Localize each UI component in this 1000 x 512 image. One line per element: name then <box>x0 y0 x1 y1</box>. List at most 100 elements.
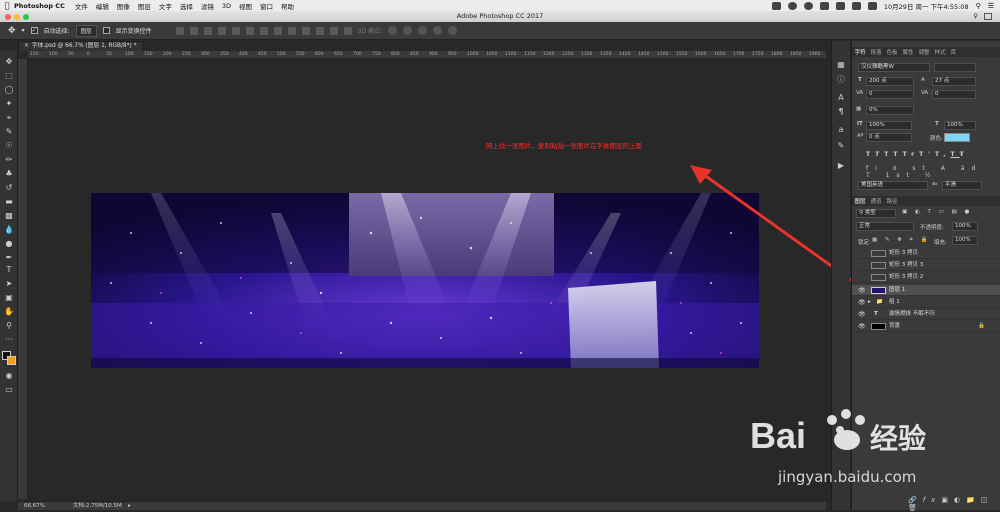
glyphs-icon[interactable]: a <box>836 125 846 135</box>
tab-paragraph[interactable]: 段落 <box>868 48 884 56</box>
expand-group-icon[interactable]: ▸ <box>868 297 871 308</box>
visibility-eye-icon[interactable]: 👁 <box>858 309 866 320</box>
antialias-icon: aₐ <box>932 181 938 187</box>
faux-italic-button[interactable]: T <box>875 151 884 158</box>
layer-name: 矩形 3 拷贝 3 <box>889 262 924 268</box>
info-icon[interactable]: ⓘ <box>836 75 846 85</box>
faux-bold-button[interactable]: T <box>866 151 875 158</box>
layer-name: 图层 1 <box>889 287 906 293</box>
brushes-icon[interactable]: ✎ <box>836 141 846 151</box>
status-menu-icon[interactable]: ▸ <box>128 502 131 510</box>
language-select[interactable]: 美国英语 <box>858 181 928 190</box>
subscript-button[interactable]: T, <box>935 151 951 158</box>
layer-name: 激情燃烧 不眠不归 <box>889 311 935 317</box>
character-panel-icon[interactable]: A <box>836 93 846 103</box>
opacity-field[interactable]: 100% <box>952 222 978 231</box>
watermark-brand-cn: 经验 <box>870 422 926 455</box>
layer-row-selected[interactable]: 👁 图层 1 <box>852 285 1000 296</box>
character-panel-tabs: 字符 段落 色板 属性 调整 样式 库 <box>852 47 1000 57</box>
layer-row[interactable]: 矩形 3 拷贝 2 <box>852 272 1000 283</box>
paragraph-panel-icon[interactable]: ¶ <box>836 107 846 117</box>
opentype-buttons[interactable]: fi σ st A ād T 1st ½ <box>866 165 1000 179</box>
visibility-eye-icon[interactable]: 👁 <box>858 321 866 332</box>
layer-row[interactable]: 👁 背景 🔒 <box>852 321 1000 332</box>
layer-name: 背景 <box>889 323 901 329</box>
baseline-shift-icon: Aª <box>857 133 864 139</box>
font-family-select[interactable]: 汉仪雅酷黑W <box>858 63 930 72</box>
image-layer-thumbnail <box>871 287 886 294</box>
layers-panel-tabs: 图层 通道 路径 <box>852 196 1000 206</box>
font-size-field[interactable]: 200 点 <box>866 77 914 86</box>
tab-channels[interactable]: 通道 <box>868 197 884 205</box>
zoom-level[interactable]: 66.67% <box>24 502 45 510</box>
text-color-swatch[interactable] <box>944 133 970 142</box>
layer-row[interactable]: 👁 ▸ 📁 组 1 <box>852 297 1000 308</box>
tab-layers[interactable]: 图层 <box>852 197 868 205</box>
shape-layer-thumbnail <box>871 250 886 257</box>
layer-row[interactable]: 矩形 3 拷贝 <box>852 248 1000 259</box>
visibility-eye-icon[interactable]: 👁 <box>858 285 866 296</box>
baidu-logo: Bai 经验 jingyan.baidu.com <box>750 409 926 486</box>
all-caps-button[interactable]: TT <box>884 151 902 158</box>
baseline-shift-field[interactable]: 0 点 <box>866 133 912 142</box>
layer-name: 矩形 3 拷贝 2 <box>889 274 924 280</box>
tab-swatches[interactable]: 色板 <box>884 48 900 56</box>
horizontal-scale-field[interactable]: 100% <box>944 121 976 130</box>
layer-filter-icons[interactable]: ▣ ◐ T ▭ ▤ ● <box>902 209 972 215</box>
text-layer-icon: T <box>874 311 878 317</box>
small-caps-button[interactable]: Tr <box>903 151 919 158</box>
tab-adjustments[interactable]: 调整 <box>916 48 932 56</box>
font-size-icon: T <box>858 77 862 83</box>
layer-name: 矩形 3 拷贝 <box>889 250 918 256</box>
tab-paths[interactable]: 路径 <box>884 197 900 205</box>
tracking-field[interactable]: 0 <box>932 90 976 99</box>
layer-filter-select[interactable]: ⚲ 类型 <box>856 209 896 218</box>
background-layer-thumbnail <box>871 323 886 330</box>
lock-icons[interactable]: ▦ ✎ ✥ ⌗ 🔒 <box>872 237 930 244</box>
vertical-scale-icon: IT <box>857 121 863 127</box>
doc-size[interactable]: 文档:2.75M/10.5M <box>73 502 122 510</box>
status-bar: 66.67% 文档:2.75M/10.5M ▸ <box>18 501 826 510</box>
lock-icon[interactable]: 🔒 <box>978 321 985 332</box>
vertical-scale-field[interactable]: 100% <box>866 121 912 130</box>
mask-icon[interactable]: ▣ <box>941 496 954 504</box>
folder-icon[interactable]: 📁 <box>966 496 981 504</box>
superscript-button[interactable]: T' <box>919 151 935 158</box>
adjustment-icon[interactable]: ◐ <box>954 496 966 504</box>
horizontal-scale-icon: T <box>935 121 939 127</box>
visibility-eye-icon[interactable]: 👁 <box>858 297 866 308</box>
play-action-icon[interactable]: ▶ <box>836 161 846 171</box>
shape-layer-thumbnail <box>871 262 886 269</box>
blend-mode-select[interactable]: 正常 <box>856 222 914 231</box>
underline-button[interactable]: T <box>951 151 960 158</box>
tab-styles[interactable]: 样式 <box>932 48 948 56</box>
strikethrough-button[interactable]: Ŧ <box>960 151 969 158</box>
new-layer-icon[interactable]: ◫ <box>981 496 994 504</box>
tsume-field[interactable]: 0% <box>866 106 914 115</box>
tab-properties[interactable]: 属性 <box>900 48 916 56</box>
text-style-buttons[interactable]: TTTTTrT'T,TŦ <box>866 151 969 158</box>
antialias-select[interactable]: 平滑 <box>942 181 982 190</box>
tab-libraries[interactable]: 库 <box>948 48 959 56</box>
watermark-brand: Bai <box>750 415 806 456</box>
watermark-url: jingyan.baidu.com <box>777 468 916 486</box>
layer-row[interactable]: 矩形 3 拷贝 3 <box>852 260 1000 271</box>
leading-icon: A <box>921 77 925 83</box>
leading-field[interactable]: 27 点 <box>932 77 976 86</box>
baidu-watermark: Bai 经验 jingyan.baidu.com <box>750 400 950 490</box>
layer-row[interactable]: 👁 T 激情燃烧 不眠不归 <box>852 309 1000 320</box>
folder-icon: 📁 <box>876 299 883 305</box>
kerning-field[interactable]: 0 <box>866 90 914 99</box>
color-label: 颜色: <box>930 136 943 142</box>
fx-icon[interactable]: fx <box>923 496 942 504</box>
opacity-label: 不透明度: <box>920 225 944 231</box>
tab-character[interactable]: 字符 <box>852 48 868 56</box>
history-icon[interactable]: ▦ <box>836 60 846 70</box>
tsume-icon: ▦ <box>856 106 862 112</box>
fill-label: 填充: <box>934 240 947 246</box>
link-icon[interactable]: 🔗 <box>908 496 923 504</box>
fill-field[interactable]: 100% <box>952 236 978 245</box>
trash-icon[interactable]: 🗑 <box>908 504 923 512</box>
font-style-select[interactable] <box>934 63 976 72</box>
tracking-icon: VA <box>921 90 929 96</box>
